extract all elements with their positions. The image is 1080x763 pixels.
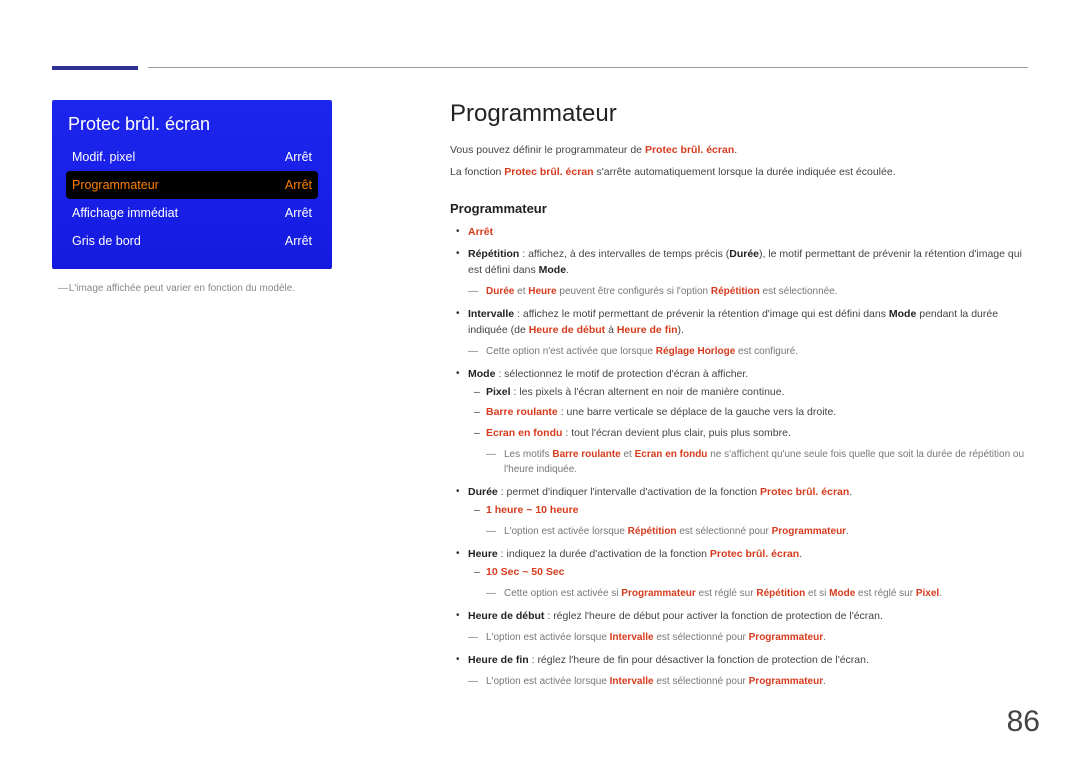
option-list: Arrêt Répétition : affichez, à des inter… [450,224,1028,690]
heure-sublist: 10 Sec ~ 50 Sec [468,564,1028,580]
page-title: Programmateur [450,100,1028,128]
note-duree: L'option est activée lorsque Répétition … [486,524,1028,540]
osd-row-affichage-immediat[interactable]: Affichage immédiat Arrêt [66,199,318,227]
osd-row-gris-de-bord[interactable]: Gris de bord Arrêt [66,227,318,255]
dash-pixel: Pixel : les pixels à l'écran alternent e… [468,384,1028,400]
main-content: Programmateur Vous pouvez définir le pro… [450,100,1028,696]
note-heure: Cette option est activée si Programmateu… [486,586,1028,602]
osd-row-value: Arrêt [285,234,312,248]
osd-row-value: Arrêt [285,150,312,164]
osd-row-modif-pixel[interactable]: Modif. pixel Arrêt [66,143,318,171]
osd-footnote: L'image affichée peut varier en fonction… [52,283,382,294]
osd-row-label: Affichage immédiat [72,206,178,220]
li-mode: Mode : sélectionnez le motif de protecti… [450,366,1028,441]
osd-panel: Protec brûl. écran Modif. pixel Arrêt Pr… [52,100,332,269]
li-repetition: Répétition : affichez, à des intervalles… [450,246,1028,279]
mode-sublist: Pixel : les pixels à l'écran alternent e… [468,384,1028,441]
li-arret: Arrêt [450,224,1028,240]
dash-ecran-fondu: Ecran en fondu : tout l'écran devient pl… [468,425,1028,441]
osd-row-value: Arrêt [285,206,312,220]
header-bar-accent [52,66,138,70]
duree-sublist: 1 heure ~ 10 heure [468,502,1028,518]
li-duree: Durée : permet d'indiquer l'intervalle d… [450,484,1028,519]
osd-title: Protec brûl. écran [66,112,318,141]
note-heure-debut: L'option est activée lorsque Intervalle … [468,630,1028,646]
li-heure-debut: Heure de début : réglez l'heure de début… [450,608,1028,624]
intro-line-2: La fonction Protec brûl. écran s'arrête … [450,164,1028,180]
dash-duree-range: 1 heure ~ 10 heure [468,502,1028,518]
note-repetition: Durée et Heure peuvent être configurés s… [468,284,1028,300]
note-mode: Les motifs Barre roulante et Ecran en fo… [486,447,1028,478]
li-intervalle: Intervalle : affichez le motif permettan… [450,306,1028,339]
osd-row-programmateur[interactable]: Programmateur Arrêt [66,171,318,199]
osd-row-label: Gris de bord [72,234,141,248]
header-bar-rule [148,67,1028,68]
osd-row-value: Arrêt [285,178,312,192]
osd-row-label: Modif. pixel [72,150,135,164]
intro-line-1: Vous pouvez définir le programmateur de … [450,142,1028,158]
sub-heading: Programmateur [450,201,1028,216]
li-heure-fin: Heure de fin : réglez l'heure de fin pou… [450,652,1028,668]
note-intervalle: Cette option n'est activée que lorsque R… [468,344,1028,360]
sidebar: Protec brûl. écran Modif. pixel Arrêt Pr… [52,100,382,294]
dash-heure-range: 10 Sec ~ 50 Sec [468,564,1028,580]
note-heure-fin: L'option est activée lorsque Intervalle … [468,674,1028,690]
page-number: 86 [1007,705,1040,739]
osd-row-label: Programmateur [72,178,159,192]
li-heure: Heure : indiquez la durée d'activation d… [450,546,1028,581]
dash-barre-roulante: Barre roulante : une barre verticale se … [468,404,1028,420]
